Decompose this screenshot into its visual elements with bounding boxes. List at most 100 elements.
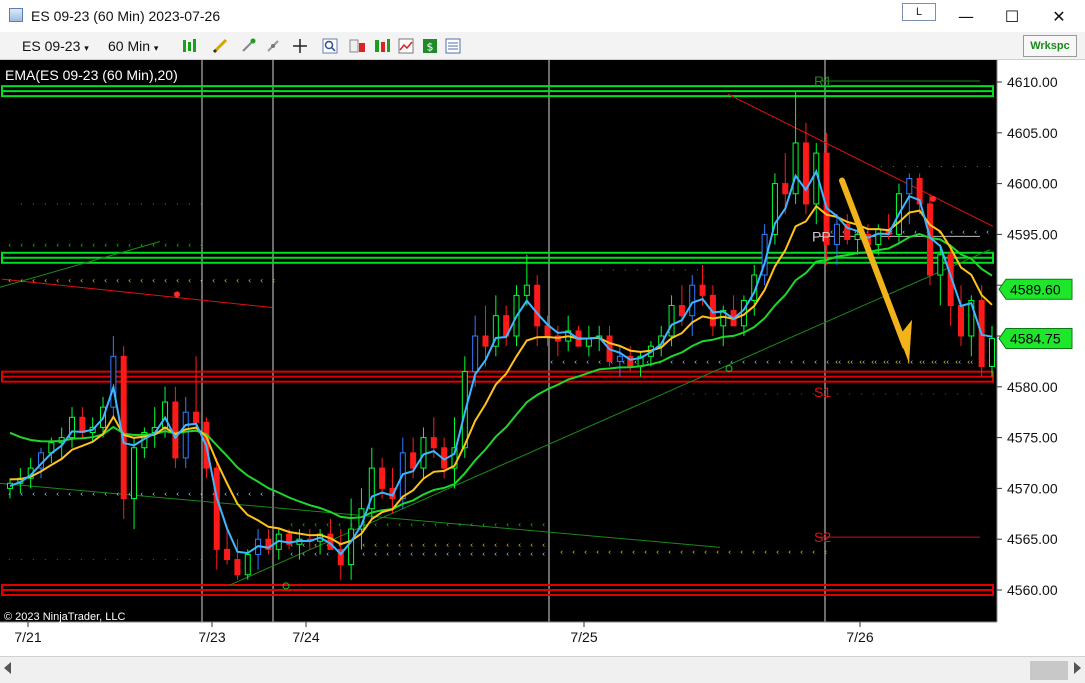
candle-body	[937, 254, 944, 276]
strategies-icon[interactable]	[374, 38, 390, 54]
level-marker: ‹	[586, 357, 589, 366]
level-marker: ·	[848, 390, 851, 399]
level-marker: ‹	[128, 241, 131, 250]
maximize-button[interactable]: ☐	[989, 0, 1035, 32]
chart-toolbar: ES 09-23 ▾ 60 Min ▾ $ Wrkspc	[0, 32, 1085, 60]
hotkeys-icon[interactable]	[240, 38, 256, 54]
level-marker: ‹	[788, 547, 791, 556]
level-marker: ·	[800, 390, 803, 399]
level-marker: ·	[752, 390, 755, 399]
level-marker: ‹	[931, 357, 934, 366]
level-marker: ‹	[482, 540, 485, 549]
level-marker: ‹	[883, 357, 886, 366]
scroll-thumb[interactable]	[1030, 661, 1068, 680]
level-marker: ‹	[950, 227, 953, 236]
current-price-label: 4584.75	[1010, 331, 1061, 347]
properties-icon[interactable]	[349, 38, 365, 54]
dollar-icon[interactable]: $	[422, 38, 438, 54]
level-marker: ·	[880, 162, 883, 171]
candle-body	[802, 142, 809, 205]
level-marker: ‹	[562, 357, 565, 366]
level-marker: ·	[32, 200, 35, 209]
level-marker: ·	[872, 390, 875, 399]
data-box-icon[interactable]	[445, 38, 461, 54]
level-marker: ‹	[482, 520, 485, 529]
level-marker: ‹	[422, 549, 425, 558]
level-marker: ‹	[236, 489, 239, 498]
level-marker: ‹	[68, 489, 71, 498]
level-marker: ‹	[104, 241, 107, 250]
level-marker: ·	[704, 390, 707, 399]
level-marker: ·	[988, 162, 991, 171]
level-marker: ‹	[116, 241, 119, 250]
level-marker: ‹	[56, 276, 59, 285]
candle-body	[410, 452, 417, 469]
candle-body	[244, 553, 251, 576]
minimize-button[interactable]: —	[943, 0, 989, 32]
drawing-tools-icon[interactable]	[212, 38, 228, 54]
bar-type-icon[interactable]	[181, 38, 197, 54]
level-marker: ‹	[44, 276, 47, 285]
zoom-icon[interactable]	[322, 38, 338, 54]
date-tick-label: 7/21	[14, 629, 41, 645]
chart-window: ES 09-23 (60 Min) 2023-07-26 L — ☐ ✕ ES …	[0, 0, 1085, 683]
indicator-icon[interactable]	[265, 38, 281, 54]
level-marker: ‹	[608, 547, 611, 556]
level-marker: ‹	[955, 357, 958, 366]
candle-body	[472, 335, 479, 373]
crosshair-icon[interactable]	[292, 38, 308, 54]
level-marker: ‹	[874, 357, 877, 366]
chart-panel[interactable]: ‹ ‹ ‹ ‹ ‹ ‹ ‹ ‹ ‹ ‹ ‹ ‹ ‹ ‹ ‹ ‹ ‹ ‹ ‹ ‹ ‹ ‹ ‹ ‹ ‹ ‹ ‹ ‹ ‹ ‹ ‹ ‹ ‹ ‹ ‹ ‹ ‹ ‹ ‹ ‹…	[0, 60, 1085, 656]
level-marker: ·	[200, 556, 203, 565]
chart-trader-icon[interactable]	[398, 38, 414, 54]
level-marker: ‹	[530, 549, 533, 558]
workspace-button[interactable]: Wrkspc	[1023, 35, 1077, 57]
level-marker: ·	[716, 390, 719, 399]
candle-body	[668, 305, 675, 337]
level-marker: ‹	[422, 540, 425, 549]
level-marker: ·	[116, 200, 119, 209]
candle-body	[193, 411, 200, 423]
scroll-right-icon[interactable]	[1074, 662, 1081, 674]
level-marker: ‹	[446, 549, 449, 558]
level-marker: ‹	[694, 357, 697, 366]
level-marker: ‹	[835, 357, 838, 366]
level-marker: ‹	[542, 520, 545, 529]
level-marker: ‹	[506, 549, 509, 558]
level-marker: ‹	[910, 357, 913, 366]
level-marker: ‹	[20, 241, 23, 250]
level-marker: ·	[164, 200, 167, 209]
instrument-selector[interactable]: ES 09-23 ▾	[22, 36, 89, 56]
level-marker: ‹	[778, 357, 781, 366]
level-marker: ·	[92, 556, 95, 565]
indicator-label: EMA(ES 09-23 (60 Min),20)	[5, 67, 178, 83]
level-marker: ‹	[718, 357, 721, 366]
level-marker: ‹	[116, 276, 119, 285]
level-marker: ·	[892, 162, 895, 171]
layout-button[interactable]: L	[902, 3, 936, 21]
level-marker: ‹	[680, 547, 683, 556]
level-marker: ‹	[886, 357, 889, 366]
level-marker: ‹	[68, 276, 71, 285]
price-chart[interactable]: ‹ ‹ ‹ ‹ ‹ ‹ ‹ ‹ ‹ ‹ ‹ ‹ ‹ ‹ ‹ ‹ ‹ ‹ ‹ ‹ ‹ ‹ ‹ ‹ ‹ ‹ ‹ ‹ ‹ ‹ ‹ ‹ ‹ ‹ ‹ ‹ ‹ ‹ ‹ ‹…	[0, 60, 1085, 656]
level-marker: ·	[788, 390, 791, 399]
level-marker: ·	[672, 266, 675, 275]
level-marker: ‹	[716, 547, 719, 556]
candle-body	[182, 411, 189, 459]
level-marker: ‹	[458, 540, 461, 549]
candle-body	[430, 437, 437, 449]
horizontal-scrollbar[interactable]	[0, 656, 1085, 683]
scroll-left-icon[interactable]	[4, 662, 11, 674]
price-axis	[997, 60, 1085, 656]
close-button[interactable]: ✕	[1036, 0, 1082, 32]
level-marker: ‹	[458, 549, 461, 558]
level-marker: ·	[648, 266, 651, 275]
interval-selector[interactable]: 60 Min ▾	[108, 36, 158, 56]
candle-body	[224, 548, 231, 561]
price-tick-label: 4570.00	[1007, 480, 1058, 496]
level-marker: ·	[44, 556, 47, 565]
title-bar[interactable]: ES 09-23 (60 Min) 2023-07-26 L — ☐ ✕	[0, 0, 1085, 32]
level-marker: ·	[696, 266, 699, 275]
level-marker: ·	[80, 200, 83, 209]
chevron-down-icon: ▾	[84, 43, 89, 53]
